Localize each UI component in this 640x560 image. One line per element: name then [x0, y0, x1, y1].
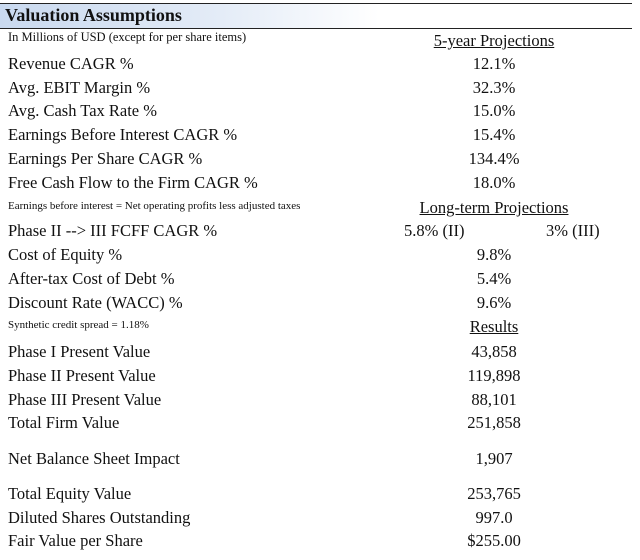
row-label: Total Firm Value: [8, 413, 120, 432]
table-row: Total Firm Value 251,858: [0, 413, 640, 437]
table-row: Phase III Present Value 88,101: [0, 390, 640, 414]
table-row: Revenue CAGR % 12.1%: [0, 54, 640, 78]
row-label: Total Equity Value: [8, 484, 132, 503]
row-label: Net Balance Sheet Impact: [8, 449, 180, 468]
table-row: Fair Value per Share $255.00: [0, 531, 640, 555]
row-label: Diluted Shares Outstanding: [8, 508, 191, 527]
row-value: 43,858: [471, 342, 517, 361]
row-label: Fair Value per Share: [8, 531, 143, 550]
long-term-header: Long-term Projections: [419, 198, 569, 217]
row-value: 997.0: [475, 508, 513, 527]
row-value: 134.4%: [468, 149, 520, 168]
spread-note: Synthetic credit spread = 1.18%: [8, 319, 149, 331]
table-row: Phase II Present Value 119,898: [0, 366, 640, 390]
five-year-header: 5-year Projections: [433, 31, 555, 50]
subtitle-row: In Millions of USD (except for per share…: [0, 30, 640, 54]
table-row: Phase I Present Value 43,858: [0, 342, 640, 366]
row-value: 88,101: [471, 390, 517, 409]
row-value: 1,907: [475, 449, 513, 468]
row-label: Phase I Present Value: [8, 342, 151, 361]
header-border: [0, 28, 632, 29]
page-title: Valuation Assumptions: [5, 5, 182, 25]
note-row: Synthetic credit spread = 1.18% Results: [0, 317, 640, 341]
table-row: Earnings Per Share CAGR % 134.4%: [0, 149, 640, 173]
row-value: 253,765: [467, 484, 521, 503]
units-note: In Millions of USD (except for per share…: [8, 30, 247, 44]
table-row: Net Balance Sheet Impact 1,907: [0, 449, 640, 473]
phase-ii-value: 5.8% (II): [404, 221, 465, 240]
row-value: 9.6%: [476, 293, 512, 312]
table-row: Discount Rate (WACC) % 9.6%: [0, 293, 640, 317]
ebi-note: Earnings before interest = Net operating…: [8, 200, 301, 212]
phase-iii-value: 3% (III): [546, 221, 600, 240]
table-row: Total Equity Value 253,765: [0, 484, 640, 508]
table-row: Free Cash Flow to the Firm CAGR % 18.0%: [0, 173, 640, 197]
row-label: Cost of Equity %: [8, 245, 123, 264]
row-value: $255.00: [467, 531, 521, 550]
row-value: 12.1%: [472, 54, 516, 73]
row-label: Earnings Per Share CAGR %: [8, 149, 203, 168]
row-value: 119,898: [467, 366, 521, 385]
row-label: Earnings Before Interest CAGR %: [8, 125, 238, 144]
table-row: After-tax Cost of Debt % 5.4%: [0, 269, 640, 293]
table-row: Phase II --> III FCFF CAGR % 5.8% (II) 3…: [0, 221, 640, 245]
table-row: Avg. Cash Tax Rate % 15.0%: [0, 101, 640, 125]
row-value: 15.4%: [472, 125, 516, 144]
note-row: Earnings before interest = Net operating…: [0, 198, 640, 222]
results-header: Results: [469, 317, 519, 336]
row-label: After-tax Cost of Debt %: [8, 269, 175, 288]
table-row: Earnings Before Interest CAGR % 15.4%: [0, 125, 640, 149]
row-label: Discount Rate (WACC) %: [8, 293, 183, 312]
row-value: 15.0%: [472, 101, 516, 120]
row-value: 32.3%: [472, 78, 516, 97]
row-value: 5.4%: [476, 269, 512, 288]
table-row: Avg. EBIT Margin % 32.3%: [0, 78, 640, 102]
row-value: 9.8%: [476, 245, 512, 264]
title-bar: Valuation Assumptions: [0, 4, 632, 28]
table-row: Diluted Shares Outstanding 997.0: [0, 508, 640, 532]
row-value: 18.0%: [472, 173, 516, 192]
row-label: Phase II Present Value: [8, 366, 156, 385]
row-label: Revenue CAGR %: [8, 54, 134, 73]
row-label: Phase III Present Value: [8, 390, 162, 409]
row-label: Avg. Cash Tax Rate %: [8, 101, 157, 120]
row-label: Avg. EBIT Margin %: [8, 78, 151, 97]
row-label: Phase II --> III FCFF CAGR %: [8, 221, 218, 240]
row-value: 251,858: [467, 413, 521, 432]
table-row: Cost of Equity % 9.8%: [0, 245, 640, 269]
row-label: Free Cash Flow to the Firm CAGR %: [8, 173, 258, 192]
